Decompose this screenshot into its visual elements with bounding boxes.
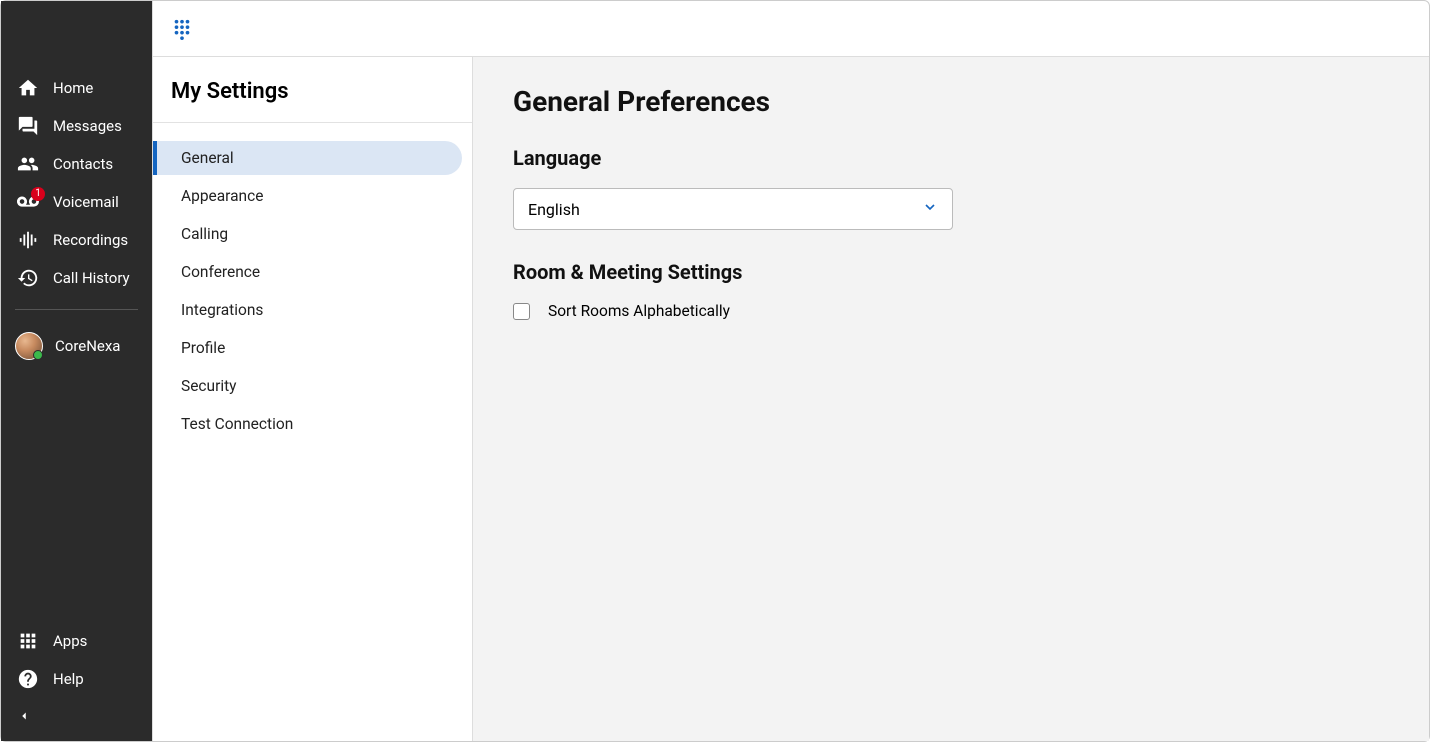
settings-item-general[interactable]: General (153, 141, 462, 175)
language-select[interactable]: English (513, 188, 953, 230)
top-bar (153, 1, 1429, 57)
home-icon (17, 77, 39, 99)
presence-indicator (33, 350, 43, 360)
language-section-label: Language (513, 146, 1389, 170)
voicemail-badge: 1 (31, 187, 45, 201)
settings-item-test-connection[interactable]: Test Connection (153, 407, 462, 441)
nav-item-messages[interactable]: Messages (1, 107, 152, 145)
settings-item-conference[interactable]: Conference (153, 255, 462, 289)
settings-title: My Settings (153, 57, 472, 123)
dialpad-icon[interactable] (171, 18, 193, 40)
chevron-down-icon (922, 199, 938, 219)
settings-item-profile[interactable]: Profile (153, 331, 462, 365)
nav-label: Messages (53, 117, 122, 135)
nav-label: Apps (53, 632, 87, 650)
nav-label: Home (53, 79, 93, 97)
settings-item-appearance[interactable]: Appearance (153, 179, 462, 213)
language-value: English (528, 200, 580, 219)
call-history-icon (17, 267, 39, 289)
settings-panel: General Preferences Language English Roo… (473, 57, 1429, 741)
avatar (15, 332, 43, 360)
contacts-icon (17, 153, 39, 175)
nav-label: Voicemail (53, 193, 119, 211)
room-section-label: Room & Meeting Settings (513, 260, 1389, 284)
nav-item-home[interactable]: Home (1, 69, 152, 107)
panel-title: General Preferences (513, 85, 1389, 118)
nav-item-contacts[interactable]: Contacts (1, 145, 152, 183)
nav-label: Help (53, 670, 84, 688)
voicemail-icon: 1 (17, 191, 39, 213)
messages-icon (17, 115, 39, 137)
sort-rooms-checkbox[interactable] (513, 303, 530, 320)
collapse-sidebar-button[interactable] (1, 698, 152, 741)
nav-item-help[interactable]: Help (1, 660, 152, 698)
settings-item-security[interactable]: Security (153, 369, 462, 403)
recordings-icon (17, 229, 39, 251)
nav-label: Call History (53, 269, 130, 287)
nav-divider (15, 309, 138, 310)
user-profile-item[interactable]: CoreNexa (1, 322, 152, 370)
sort-rooms-label: Sort Rooms Alphabetically (548, 302, 730, 320)
nav-label: Contacts (53, 155, 113, 173)
settings-item-calling[interactable]: Calling (153, 217, 462, 251)
apps-icon (17, 630, 39, 652)
settings-sidebar: My Settings General Appearance Calling C… (153, 57, 473, 741)
nav-item-recordings[interactable]: Recordings (1, 221, 152, 259)
nav-item-voicemail[interactable]: 1 Voicemail (1, 183, 152, 221)
help-icon (17, 668, 39, 690)
user-name: CoreNexa (55, 337, 120, 355)
nav-item-call-history[interactable]: Call History (1, 259, 152, 297)
nav-item-apps[interactable]: Apps (1, 622, 152, 660)
settings-item-integrations[interactable]: Integrations (153, 293, 462, 327)
nav-label: Recordings (53, 231, 128, 249)
left-sidebar: Home Messages Contacts 1 Voicemail (1, 1, 152, 741)
